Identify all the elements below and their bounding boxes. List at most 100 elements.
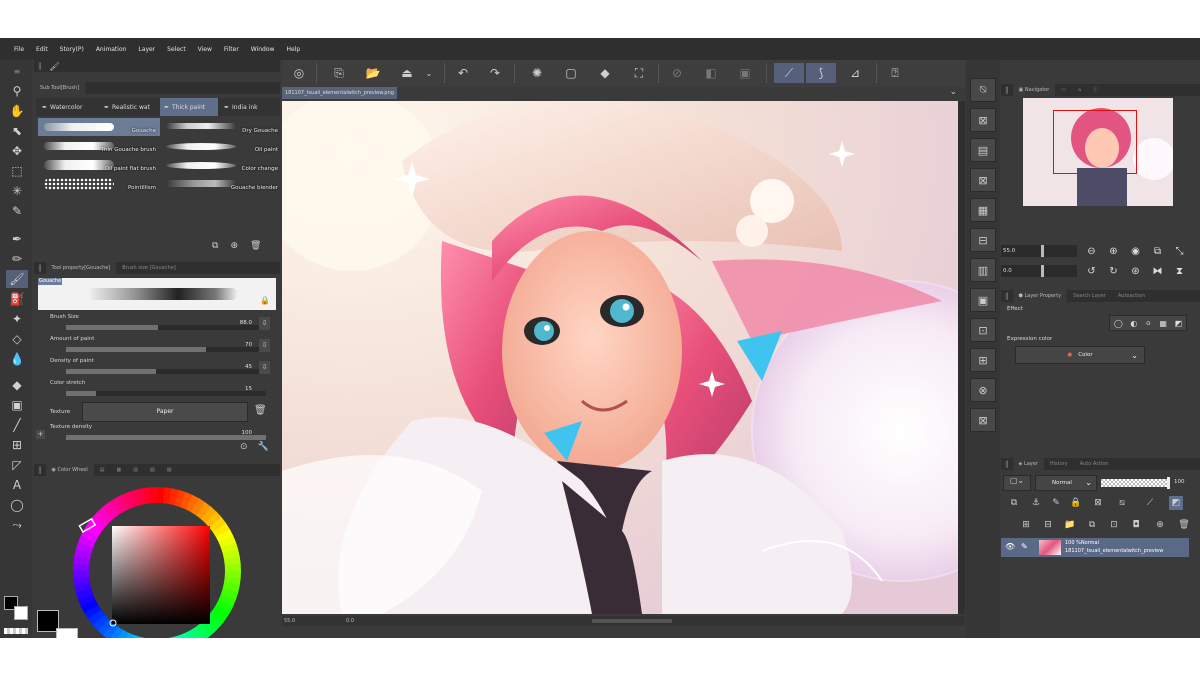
reset-rotation-icon[interactable]: ⊛ (1129, 265, 1142, 278)
eyedropper-icon[interactable]: ✎ (6, 202, 28, 220)
menu-file[interactable]: File (8, 46, 30, 53)
prop-density-of-paint[interactable]: Density of paint 45 ⇩ (46, 358, 276, 380)
horizontal-scrollbar[interactable] (592, 619, 672, 623)
new-vector-layer-icon[interactable]: ⊟ (1041, 518, 1055, 532)
clear-icon[interactable]: ▢ (560, 63, 582, 83)
tab-thick-paint[interactable]: ✒ Thick paint (160, 98, 218, 116)
show-selection-icon[interactable]: ▣ (734, 63, 756, 83)
stop-icon[interactable]: ◉ (1129, 245, 1142, 258)
slider-track[interactable] (66, 347, 266, 352)
deselect-icon[interactable]: ⊘ (666, 63, 688, 83)
lock-layer-icon[interactable]: 🔒 (1069, 496, 1083, 510)
tab-color-set[interactable]: ▤ (94, 464, 111, 476)
tab-sub-view[interactable]: ▨ (161, 464, 178, 476)
operation-tool-icon[interactable]: ⬉ (6, 122, 28, 140)
vertical-scrollbar[interactable] (958, 101, 965, 614)
move-layer-icon[interactable]: ✥ (6, 142, 28, 160)
tab-navigator[interactable]: ▣ Navigator (1012, 84, 1056, 96)
frame-tool-icon[interactable]: ⊞ (6, 436, 28, 454)
chevron-down-icon[interactable]: ⌄ (418, 63, 440, 83)
eye-icon[interactable]: 👁 (1005, 542, 1015, 551)
lock-transparency-icon[interactable]: ⊠ (1091, 496, 1105, 510)
invert-selection-icon[interactable]: ◧ (700, 63, 722, 83)
tab-item-bank[interactable]: ⌂ (1072, 84, 1087, 96)
slider-track[interactable] (66, 369, 266, 374)
tab-history[interactable]: History (1044, 458, 1074, 470)
material-folder-icon[interactable]: ▤ (970, 138, 996, 162)
draft-icon[interactable]: ✎ (1049, 496, 1063, 510)
merge-down-icon[interactable]: ⊡ (1107, 518, 1121, 532)
dropdown-icon[interactable]: ⇩ (259, 339, 270, 352)
clear-texture-icon[interactable]: 🗑 (254, 405, 267, 416)
redo-icon[interactable]: ↷ (484, 63, 506, 83)
text-tool-icon[interactable]: A (6, 476, 28, 494)
loading-icon[interactable]: ✺ (526, 63, 548, 83)
eraser-tool-icon[interactable]: ◇ (6, 330, 28, 348)
tab-sub-view[interactable]: ▭ (1055, 84, 1072, 96)
airbrush-tool-icon[interactable]: ⛽ (6, 290, 28, 308)
layer-color-icon[interactable]: ◩ (1175, 319, 1183, 328)
gradient-tool-icon[interactable]: ▣ (6, 396, 28, 414)
tab-brush-size[interactable]: Brush size [Gouache] (116, 262, 181, 274)
blend-mode-select[interactable]: Normal ⌄ (1035, 475, 1097, 491)
pattern-icon[interactable]: ▥ (970, 258, 996, 282)
palette-grip-icon[interactable]: ≡ (6, 62, 28, 80)
tab-layer-property[interactable]: ⬢ Layer Property (1012, 290, 1068, 302)
angle-slider-thumb[interactable] (1041, 265, 1044, 277)
trash-icon[interactable]: 🗑 (250, 241, 261, 253)
fill-tool-icon[interactable]: ◆ (6, 376, 28, 394)
figure-tool-icon[interactable]: ╱ (6, 416, 28, 434)
document-tab[interactable]: 181107_tsuaii_elementalwitch_preview.png… (282, 87, 397, 108)
preset-color-change[interactable]: Color change (160, 156, 282, 174)
layer-color-icon[interactable]: ◩ (1169, 496, 1183, 510)
flip-horizontal-icon[interactable]: ⧓ (1151, 265, 1164, 278)
zoom-readout[interactable]: 55.0 (284, 618, 295, 624)
expand-icon[interactable]: + (36, 430, 45, 439)
tab-list-chevron-icon[interactable]: ⌄ (949, 87, 957, 97)
snap-special-ruler-icon[interactable]: ⟆ (806, 63, 836, 83)
reference-icon[interactable]: ⚓ (1029, 496, 1043, 510)
prop-color-stretch[interactable]: Color stretch 15 (46, 380, 276, 402)
dropdown-icon[interactable]: ⇩ (259, 317, 270, 330)
preset-oil-paint[interactable]: Oil paint (160, 137, 282, 155)
preset-thin-gouache[interactable]: Thin Gouache brush (38, 137, 160, 155)
brush-tool-icon[interactable]: 🖌 (6, 270, 28, 288)
opacity-thumb[interactable] (1167, 477, 1170, 489)
new-folder-icon[interactable]: 📁 (1063, 518, 1077, 532)
clip-icon[interactable]: ⧉ (1007, 496, 1021, 510)
zoom-in-icon[interactable]: ⊕ (1107, 245, 1120, 258)
mask-icon[interactable]: ⧅ (1115, 496, 1129, 510)
open-folder-icon[interactable]: 📂 (362, 63, 384, 83)
fit-window-icon[interactable]: ⤡ (1173, 245, 1186, 258)
snap-grid-icon[interactable]: ⊿ (844, 63, 866, 83)
frame-material-icon[interactable]: ⊟ (970, 228, 996, 252)
pencil-tool-icon[interactable]: ✏ (6, 250, 28, 268)
new-file-icon[interactable]: ⎘ (328, 63, 350, 83)
preset-gouache-blender[interactable]: Gouache blender (160, 175, 282, 193)
character-material-icon[interactable]: ⊠ (970, 408, 996, 432)
menu-edit[interactable]: Edit (30, 46, 54, 53)
sub-color-swatch[interactable] (14, 606, 28, 620)
slider-track[interactable] (66, 435, 266, 440)
tone-effect-icon[interactable]: ⚪ (1145, 319, 1152, 328)
canvas-artwork[interactable] (282, 101, 958, 614)
auto-action-icon[interactable]: ⍉ (970, 78, 996, 102)
snap-ruler-icon[interactable]: ⟋ (774, 63, 804, 83)
navigator-angle-field[interactable]: 0.0 (1001, 265, 1077, 277)
border-effect-icon[interactable]: ◯ (1114, 319, 1123, 328)
edit-material-icon[interactable]: ⊡ (970, 318, 996, 342)
pen-tool-icon[interactable]: ✒ (6, 230, 28, 248)
tab-tool-property[interactable]: Tool property[Gouache] (45, 262, 117, 274)
duplicate-icon[interactable]: ⊕ (230, 241, 238, 253)
tab-history[interactable]: ▧ (144, 464, 161, 476)
layer-row[interactable]: 👁 ✎ 100 %Normal 181107_tsuaii_elementalw… (1001, 538, 1189, 557)
tone-icon[interactable]: ▦ (970, 198, 996, 222)
transparent-swatch[interactable] (4, 628, 28, 634)
auto-select-icon[interactable]: ✳ (6, 182, 28, 200)
zoom-out-icon[interactable]: ⊖ (1085, 245, 1098, 258)
tab-india-ink[interactable]: ✒ India ink (220, 98, 278, 116)
prop-amount-of-paint[interactable]: Amount of paint 70 ⇩ (46, 336, 276, 358)
reset-icon[interactable]: ⊙ (240, 442, 248, 454)
tab-color-wheel[interactable]: ◉ Color Wheel (45, 464, 94, 476)
flip-vertical-icon[interactable]: ⧗ (1173, 265, 1186, 278)
